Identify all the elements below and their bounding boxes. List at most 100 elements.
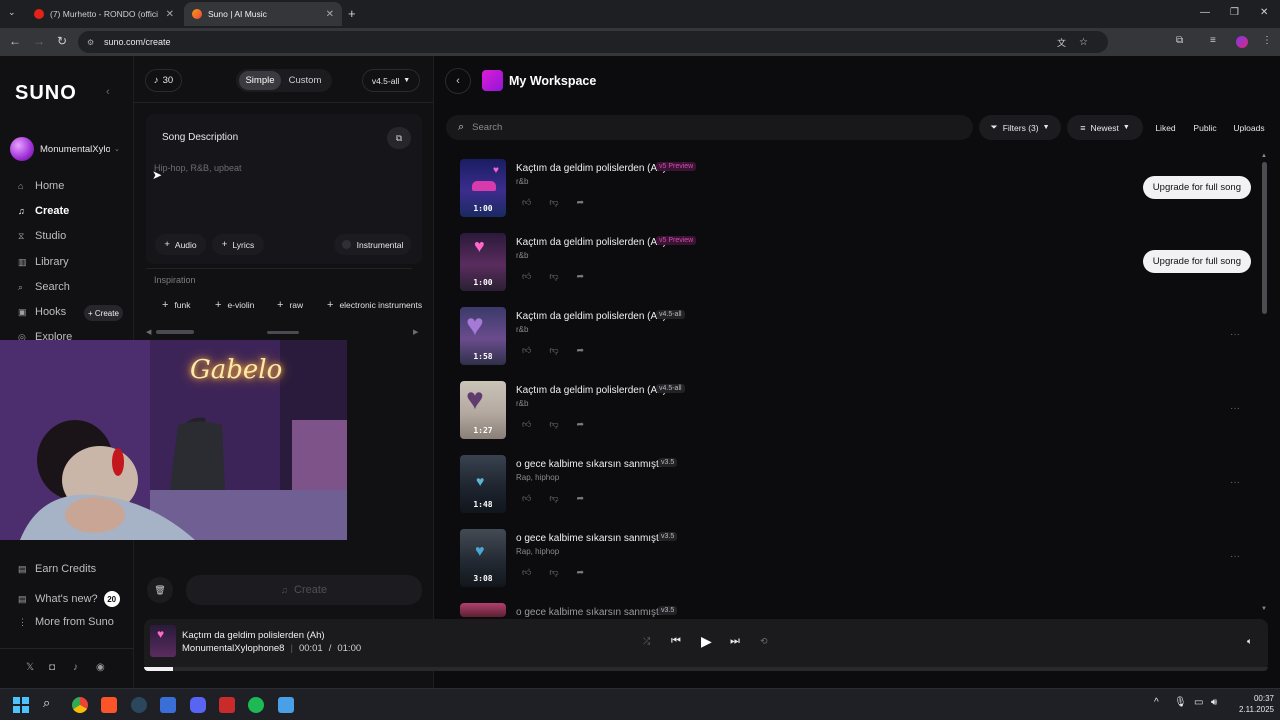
more-options-icon[interactable]: ··· [1230,551,1240,562]
workspace-scrollbar[interactable] [1262,162,1267,314]
back-icon[interactable]: ← [9,34,21,48]
volume-icon[interactable]: 🔈︎ [1247,636,1252,647]
instrumental-toggle[interactable]: Instrumental [334,234,411,255]
song-cover[interactable]: ♥ 1:00 [460,159,506,217]
progress-track[interactable] [144,667,1268,671]
model-selector[interactable]: v4.5-all ▼ [362,69,420,92]
collapse-sidebar-icon[interactable]: ‹ [106,86,110,98]
list-item[interactable]: o gece kalbime sıkarsın sanmıştım v3.5 [460,603,1260,617]
more-options-icon[interactable]: ··· [1230,477,1240,488]
upgrade-button[interactable]: Upgrade for full song [1142,250,1251,273]
player-title[interactable]: Kaçtım da geldim polislerden (Ah) [182,630,325,641]
thumbs-down-icon[interactable]: 👎︎ [549,271,558,282]
microphone-icon[interactable]: 🎙︎ [1174,697,1187,708]
add-audio-button[interactable]: + Audio [155,234,206,255]
public-filter[interactable]: Public [1188,115,1222,140]
song-genre[interactable]: Rap, hiphop [516,547,559,556]
sidebar-item-home[interactable]: ⌂ Home [18,180,64,192]
song-cover[interactable]: ♥ 1:27 [460,381,506,439]
list-item[interactable]: ♥ 1:58 Kaçtım da geldim polislerden (Ah)… [460,307,1260,369]
inspiration-chip[interactable]: + electronic instruments [327,296,422,314]
list-item[interactable]: ♥ 1:00 Kaçtım da geldim polislerden (Ah)… [460,233,1260,295]
thumbs-down-icon[interactable]: 👎︎ [549,197,558,208]
brave-icon[interactable] [101,697,117,713]
network-icon[interactable]: ▭ [1194,697,1203,708]
inspiration-chip[interactable]: + e-violin [215,296,254,314]
upgrade-button[interactable]: Upgrade for full song [1142,176,1251,199]
share-icon[interactable]: ➦ [577,493,585,504]
steam-icon[interactable] [131,697,147,713]
clock[interactable]: 00:37 2.11.2025 [1228,693,1274,715]
scroll-down-icon[interactable]: ▼ [1261,606,1267,612]
notepad-icon[interactable] [278,697,294,713]
tab-simple[interactable]: Simple [239,71,281,90]
sidebar-item-search[interactable]: ⌕ Search [18,281,70,293]
x-twitter-icon[interactable]: 𝕏 [26,662,34,673]
song-title[interactable]: Kaçtım da geldim polislerden (Ah) [516,237,666,248]
tiktok-icon[interactable]: ♪ [73,662,78,673]
instagram-icon[interactable]: ◘ [49,662,55,673]
add-lyrics-button[interactable]: + Lyrics [212,234,264,255]
song-genre[interactable]: r&b [516,251,528,260]
close-window-icon[interactable]: ✕ [1260,7,1268,18]
list-item[interactable]: ♥ 1:00 Kaçtım da geldim polislerden (Ah)… [460,159,1260,221]
thumbs-up-icon[interactable]: 👍︎ [522,567,531,578]
tab-list-icon[interactable]: ⌄ [8,7,16,18]
thumbs-up-icon[interactable]: 👍︎ [522,345,531,356]
uploads-filter[interactable]: Uploads [1228,115,1270,140]
search-input[interactable]: ⌕ Search [446,115,973,140]
song-title[interactable]: Kaçtım da geldim polislerden (Ah) [516,163,666,174]
next-icon[interactable]: ⏭ [730,635,740,648]
clear-form-button[interactable]: 🗑︎ [147,577,173,603]
media-control-icon[interactable]: ≡ [1210,35,1216,46]
thumbs-up-icon[interactable]: 👍︎ [522,271,531,282]
inspiration-chip[interactable]: + raw [277,296,303,314]
song-title[interactable]: o gece kalbime sıkarsın sanmıştım [516,607,670,617]
share-icon[interactable]: ➦ [577,567,585,578]
thumbs-down-icon[interactable]: 👎︎ [549,567,558,578]
more-options-icon[interactable]: ··· [1230,403,1240,414]
play-icon[interactable]: ▶ [701,633,712,650]
chrome-icon[interactable] [72,697,88,713]
scroll-left-icon[interactable]: ◀ [146,328,151,336]
bookmark-star-icon[interactable]: ☆ [1079,37,1088,48]
windows-start-icon[interactable] [13,697,29,713]
create-button[interactable]: ♫ Create [186,575,422,605]
song-title[interactable]: Kaçtım da geldim polislerden (Ah) [516,385,666,396]
close-tab-icon[interactable]: ✕ [326,9,334,20]
song-genre[interactable]: r&b [516,399,528,408]
song-description-input[interactable]: Hip-hop, R&B, upbeat [154,163,412,223]
song-cover[interactable]: ♥ 1:58 [460,307,506,365]
sidebar-item-hooks[interactable]: ▣ Hooks [18,306,66,318]
liked-filter[interactable]: Liked [1148,115,1183,140]
suno-logo[interactable]: SUNO [15,82,77,105]
scroll-up-icon[interactable]: ▲ [1261,153,1267,159]
forward-icon[interactable]: → [33,34,45,48]
workspace-title[interactable]: My Workspace [509,74,596,88]
song-cover[interactable]: ♥ 3:08 [460,529,506,587]
sidebar-item-create[interactable]: ♫ Create [18,205,69,217]
thumbs-up-icon[interactable]: 👍︎ [522,493,531,504]
song-title[interactable]: o gece kalbime sıkarsın sanmıştım [516,533,670,544]
menu-icon[interactable]: ⋮ [1262,35,1272,46]
credits-counter[interactable]: ♪ 30 [145,69,182,92]
tab-youtube[interactable]: (7) Murhetto - RONDO (official ✕ [26,2,182,26]
hooks-create-button[interactable]: + Create [84,305,123,321]
song-title[interactable]: o gece kalbime sıkarsın sanmıştım [516,459,670,470]
tab-custom[interactable]: Custom [283,71,327,90]
more-options-icon[interactable]: ··· [1230,329,1240,340]
tray-chevron-icon[interactable]: ^ [1154,697,1159,708]
share-icon[interactable]: ➦ [577,345,585,356]
sidebar-item-earn-credits[interactable]: ▤ Earn Credits [18,563,96,575]
spotify-icon[interactable] [248,697,264,713]
repeat-icon[interactable]: ⟲ [760,636,768,647]
new-tab-icon[interactable]: + [348,6,356,21]
profile-avatar[interactable] [1236,36,1248,48]
list-item[interactable]: ♥ 1:48 o gece kalbime sıkarsın sanmıştım… [460,455,1260,517]
song-title[interactable]: Kaçtım da geldim polislerden (Ah) [516,311,666,322]
sidebar-item-library[interactable]: ▥ Library [18,256,69,268]
scroll-right-icon[interactable]: ▶ [413,328,418,336]
close-tab-icon[interactable]: ✕ [166,9,174,20]
reload-icon[interactable]: ↻ [57,34,67,48]
song-genre[interactable]: r&b [516,325,528,334]
